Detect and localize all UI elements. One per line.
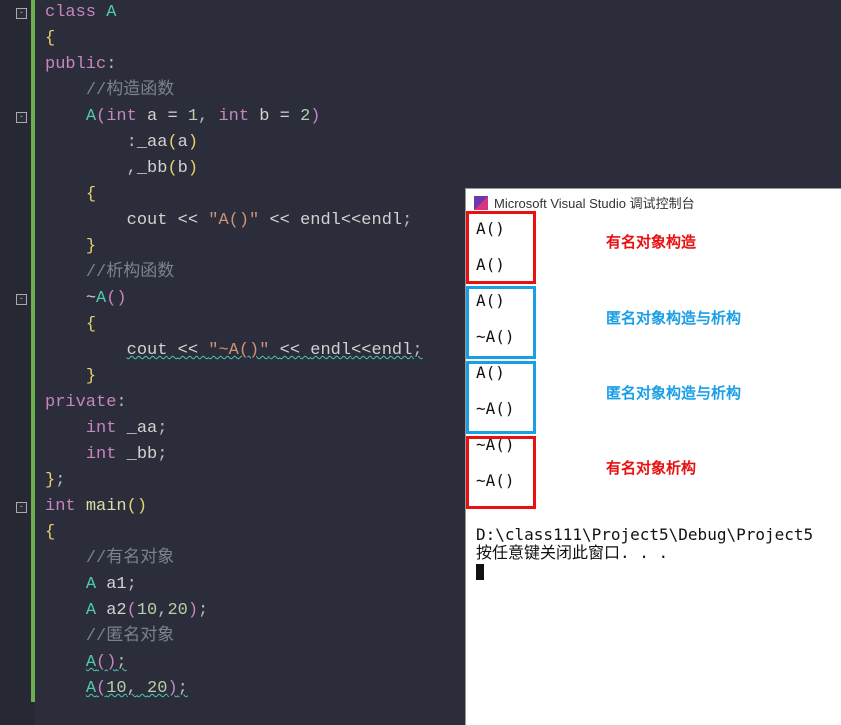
keyword-int: int [45, 497, 76, 516]
debug-console-window[interactable]: Microsoft Visual Studio 调试控制台 A() A() A(… [465, 188, 841, 725]
equals: = [167, 107, 177, 126]
number-10: 10 [137, 601, 157, 620]
brace-open: { [45, 523, 55, 542]
output-line: ~A() [476, 436, 831, 454]
brace-close: } [86, 367, 96, 386]
cout: cout [127, 341, 168, 360]
output-path: D:\class111\Project5\Debug\Project5 [476, 526, 831, 544]
fold-button[interactable]: - [16, 112, 27, 123]
constructor-name: A [86, 107, 96, 126]
arg-a: a [178, 133, 188, 152]
keyword-int: int [86, 445, 117, 464]
var-a2: a2 [106, 601, 126, 620]
comment-destructor: //析构函数 [86, 263, 174, 282]
colon: : [106, 55, 116, 74]
annotation-label: 有名对象构造 [606, 231, 696, 252]
member-bb: _bb [137, 159, 168, 178]
annotation-label: 有名对象析构 [606, 457, 696, 478]
member-aa: _aa [137, 133, 168, 152]
console-title-text: Microsoft Visual Studio 调试控制台 [494, 193, 695, 212]
colon: : [116, 393, 126, 412]
output-line: A() [476, 256, 831, 274]
annotation-label: 匿名对象构造与析构 [606, 382, 741, 403]
fold-button[interactable]: - [16, 294, 27, 305]
string-dtor: "~A()" [208, 341, 269, 360]
comment-constructor: //构造函数 [86, 81, 174, 100]
arg-b: b [178, 159, 188, 178]
endl: endl [300, 211, 341, 230]
var-a1: a1 [106, 575, 126, 594]
editor-gutter: - - - - [0, 0, 35, 725]
brace-close: } [45, 471, 55, 490]
cursor [476, 564, 484, 580]
string-a: "A()" [208, 211, 259, 230]
brace-close: } [86, 237, 96, 256]
output-line: A() [476, 364, 831, 382]
type-a: A [86, 575, 96, 594]
keyword-int: int [106, 107, 137, 126]
tilde: ~ [86, 289, 96, 308]
endl: endl [361, 211, 402, 230]
code-content[interactable]: class A { public: //构造函数 A(int a = 1, in… [35, 0, 423, 702]
init-colon: : [127, 133, 137, 152]
keyword-int: int [218, 107, 249, 126]
keyword-public: public [45, 55, 106, 74]
output-line: ~A() [476, 328, 831, 346]
number-1: 1 [188, 107, 198, 126]
type-a: A [86, 653, 96, 672]
class-name: A [106, 3, 116, 22]
visual-studio-icon [474, 196, 488, 210]
number-20: 20 [167, 601, 187, 620]
cout: cout [127, 211, 168, 230]
comma: , [127, 159, 137, 178]
type-a: A [86, 601, 96, 620]
keyword-class: class [45, 3, 96, 22]
number-20: 20 [147, 679, 167, 698]
console-titlebar: Microsoft Visual Studio 调试控制台 [466, 189, 841, 216]
number-2: 2 [300, 107, 310, 126]
member-aa: _aa [127, 419, 158, 438]
brace-open: { [86, 315, 96, 334]
equals: = [280, 107, 290, 126]
param-a: a [147, 107, 157, 126]
brace-open: { [45, 29, 55, 48]
destructor-name: A [96, 289, 106, 308]
param-b: b [259, 107, 269, 126]
output-prompt: 按任意键关闭此窗口. . . [476, 544, 831, 562]
brace-open: { [86, 185, 96, 204]
comment-named: //有名对象 [86, 549, 174, 568]
function-main: main [86, 497, 127, 516]
endl: endl [310, 341, 351, 360]
comma: , [198, 107, 208, 126]
keyword-private: private [45, 393, 116, 412]
annotation-label: 匿名对象构造与析构 [606, 307, 741, 328]
type-a: A [86, 679, 96, 698]
fold-button[interactable]: - [16, 8, 27, 19]
comment-anon: //匿名对象 [86, 627, 174, 646]
member-bb: _bb [127, 445, 158, 464]
number-10: 10 [106, 679, 126, 698]
endl: endl [372, 341, 413, 360]
fold-button[interactable]: - [16, 502, 27, 513]
keyword-int: int [86, 419, 117, 438]
